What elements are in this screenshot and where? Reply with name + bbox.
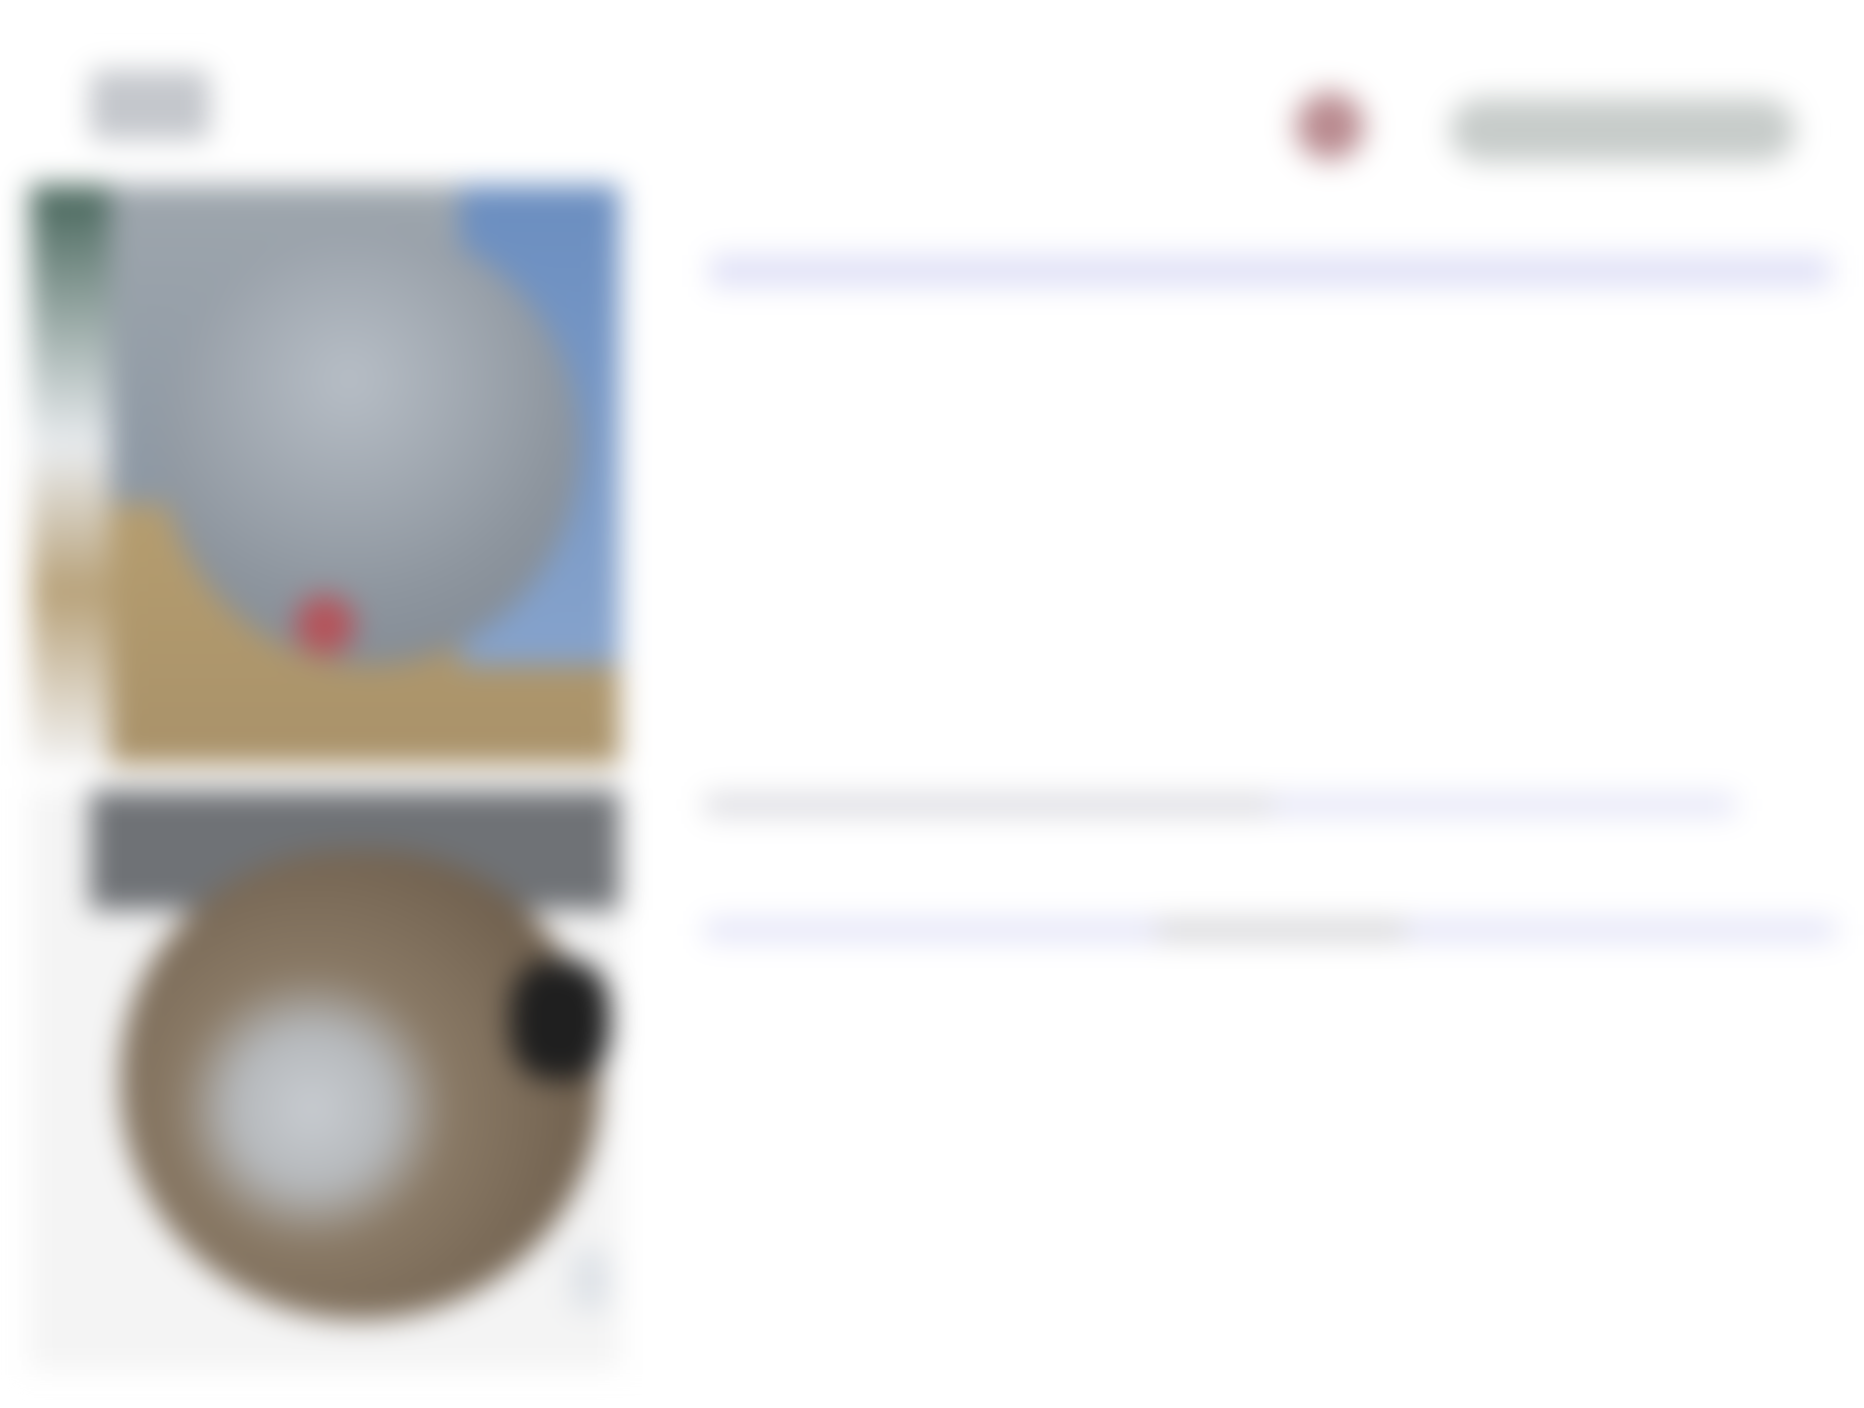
listing-thumbnail-balloon[interactable] [30, 185, 620, 765]
thumbnail-edge [30, 185, 110, 765]
animal-face [120, 850, 600, 1320]
animal-ear [510, 960, 610, 1080]
listing-title-link[interactable] [710, 255, 1830, 287]
red-marker [295, 595, 355, 655]
page-root [0, 0, 1864, 1408]
user-avatar[interactable] [1292, 88, 1368, 164]
balloon-shape [160, 225, 580, 665]
listing-title-link-line-2[interactable] [705, 920, 1835, 940]
header-action-button[interactable] [1450, 98, 1795, 162]
site-logo[interactable] [90, 70, 210, 140]
thumbnail-badge-icon [570, 1250, 610, 1310]
listing-title-link[interactable] [705, 795, 1735, 815]
listing-thumbnail-animal[interactable] [30, 790, 620, 1370]
site-header [0, 0, 1864, 190]
